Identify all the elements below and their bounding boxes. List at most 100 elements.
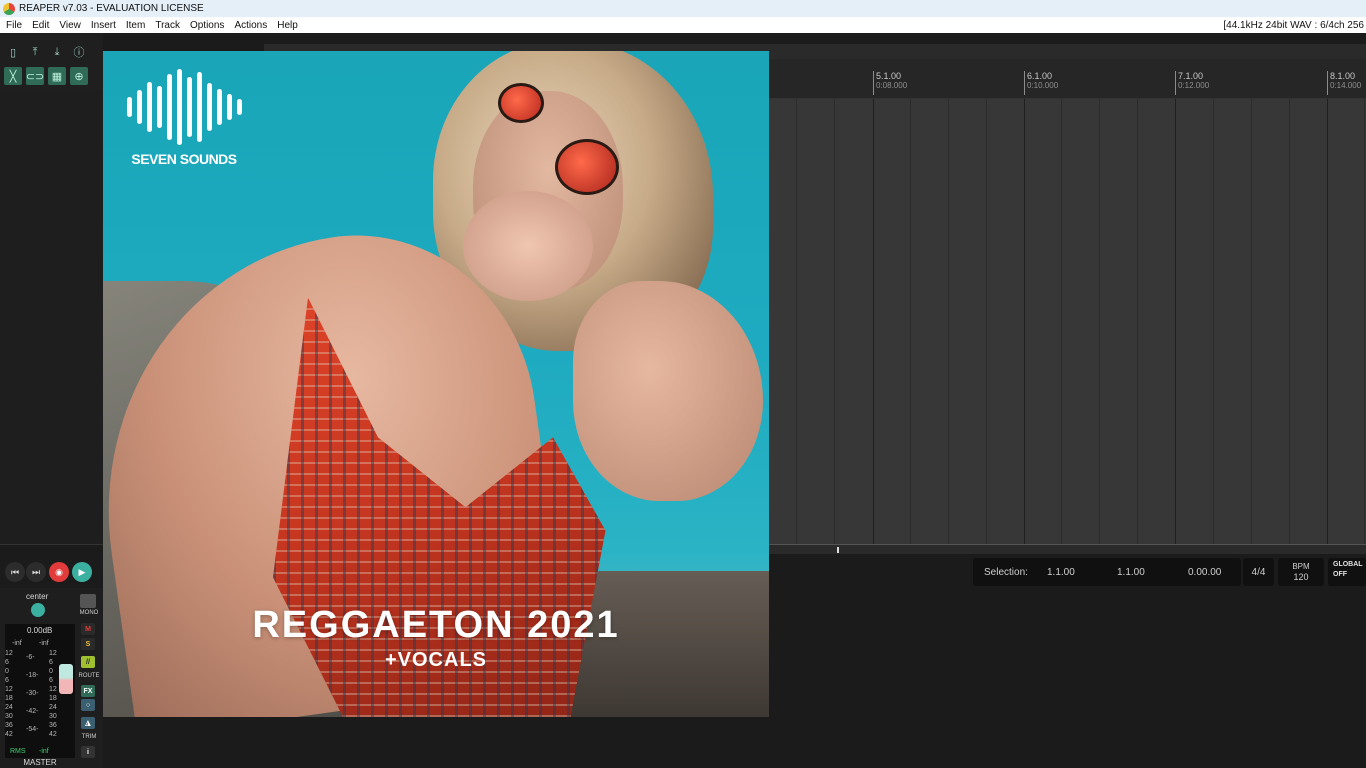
grid-line [1024,99,1025,544]
waveform-logo-icon [119,69,249,145]
selection-label: Selection: [984,567,1028,578]
auto-crossfade-icon[interactable]: ╳ [4,67,22,85]
window-title: REAPER v7.03 - EVALUATION LICENSE [19,3,204,14]
selection-display[interactable]: Selection: 1.1.00 1.1.00 0.00.00 [973,558,1241,586]
grid-line [1061,99,1062,544]
meter-scale-left: 12 6 0 6 12 18 24 30 36 42 [5,650,13,740]
global-label: GLOBAL [1333,561,1363,568]
meter-scale-tick: 12 [5,686,13,693]
brand-name: SEVEN SOUNDS [131,151,237,167]
grid-line [1099,99,1100,544]
solo-button[interactable]: S [81,638,95,650]
fx-bypass-icon[interactable]: ○ [81,699,95,711]
rms-label: RMS [10,748,26,755]
grid-line [1289,99,1290,544]
global-state[interactable]: OFF [1333,571,1366,578]
go-to-end-icon[interactable]: ⏭ [26,562,46,582]
open-project-icon[interactable]: ⤒ [26,43,44,61]
grid-line [1213,99,1214,544]
mono-label: MONO [79,610,99,616]
grid-line [873,99,874,544]
meter-scale-tick: 42 [5,731,13,738]
ruler-marker: 5.1.00 0:08.000 [873,71,907,95]
mono-button[interactable] [80,594,96,608]
save-project-icon[interactable]: ⤓ [48,43,66,61]
meter-scale-tick: 6 [5,677,9,684]
menu-track[interactable]: Track [150,20,185,31]
horizontal-scrollbar[interactable] [769,544,1366,554]
meter-scale-tick: 36 [5,722,13,729]
scroll-thumb[interactable] [837,547,839,553]
grid-line [796,99,797,544]
grid-snap-icon[interactable]: ▦ [48,67,66,85]
bpm-value[interactable]: 120 [1278,572,1324,582]
project-settings-icon[interactable]: ⓘ [70,43,88,61]
meter-scale-tick: 42 [49,731,57,738]
mute-button[interactable]: M [81,623,95,635]
master-meter: 0.00dB -inf -inf 12 6 0 6 12 18 24 30 36 42 -6- -1… [5,624,75,758]
menu-insert[interactable]: Insert [86,20,121,31]
meter-scale-tick: 30 [5,713,13,720]
menu-item[interactable]: Item [121,20,150,31]
meter-scale-tick: -54- [26,726,39,733]
new-project-icon[interactable]: ▯ [4,43,22,61]
meter-scale-tick: 12 [49,686,57,693]
volume-fader[interactable] [59,664,73,694]
selection-start[interactable]: 1.1.00 [1047,567,1075,578]
selection-length[interactable]: 0.00.00 [1188,567,1221,578]
meter-scale-tick: 36 [49,722,57,729]
selection-end[interactable]: 1.1.00 [1117,567,1145,578]
grid-line [1364,99,1365,544]
arrange-view[interactable] [769,99,1366,544]
menu-bar: File Edit View Insert Item Track Options… [0,17,1366,33]
grid-line [986,99,987,544]
time-signature[interactable]: 4/4 [1243,558,1274,586]
fx-button[interactable]: FX [81,685,95,697]
ruler-marker: 8.1.00 0:14.000 [1327,71,1361,95]
meter-scale-tick: 0 [5,668,9,675]
global-automation[interactable]: GLOBAL OFF [1328,558,1366,586]
route-label: ROUTE [78,673,100,679]
menu-help[interactable]: Help [272,20,303,31]
main-toolbar: ▯ ⤒ ⤓ ⓘ ╳ ⊂⊃ ▦ ⊕ [0,33,103,90]
menu-actions[interactable]: Actions [229,20,272,31]
trim-icon[interactable]: ◮ [81,717,95,729]
pan-knob[interactable] [31,603,45,617]
meter-scale-tick: 24 [49,704,57,711]
menu-options[interactable]: Options [185,20,229,31]
rms-value: -inf [39,748,49,755]
go-to-start-icon[interactable]: ⏮ [5,562,25,582]
tempo-display[interactable]: BPM 120 [1278,558,1324,586]
pan-label: center [26,592,49,601]
info-button[interactable]: i [81,746,95,758]
timeline-ruler[interactable]: 5.1.00 0:08.000 6.1.00 0:10.000 7.1.00 0… [769,59,1366,99]
track-control-panel[interactable] [0,90,103,545]
trim-label: TRIM [81,734,97,740]
grid-line [1175,99,1176,544]
menu-edit[interactable]: Edit [27,20,54,31]
meter-scale-tick: -42- [26,708,39,715]
artwork-title: REGGAETON 2021 [252,604,620,646]
menu-view[interactable]: View [54,20,86,31]
peak-left: -inf [12,640,22,647]
menu-file[interactable]: File [0,20,27,31]
meter-scale-tick: 6 [5,659,9,666]
meter-scale-tick: 0 [49,668,53,675]
grid-line [834,99,835,544]
meter-scale-tick: -30- [26,690,39,697]
play-button[interactable]: ▶ [72,562,92,582]
meter-scale-tick: 12 [49,650,57,657]
artwork-subtitle: +VOCALS [384,649,488,671]
reaper-logo-icon [3,2,15,15]
record-button[interactable]: ◉ [49,562,69,582]
volume-readout[interactable]: 0.00dB [27,627,52,635]
brand-logo: SEVEN SOUNDS [119,69,249,167]
grid-line [1251,99,1252,544]
album-artwork: SEVEN SOUNDS REGGAETON 2021 +VOCALS [103,51,769,717]
route-icon[interactable]: // [81,656,95,668]
item-grouping-icon[interactable]: ⊕ [70,67,88,85]
ripple-edit-icon[interactable]: ⊂⊃ [26,67,44,85]
meter-scale-tick: 6 [49,677,53,684]
peak-right: -inf [39,640,49,647]
audio-status[interactable]: [44.1kHz 24bit WAV : 6/4ch 256 [1223,20,1366,31]
